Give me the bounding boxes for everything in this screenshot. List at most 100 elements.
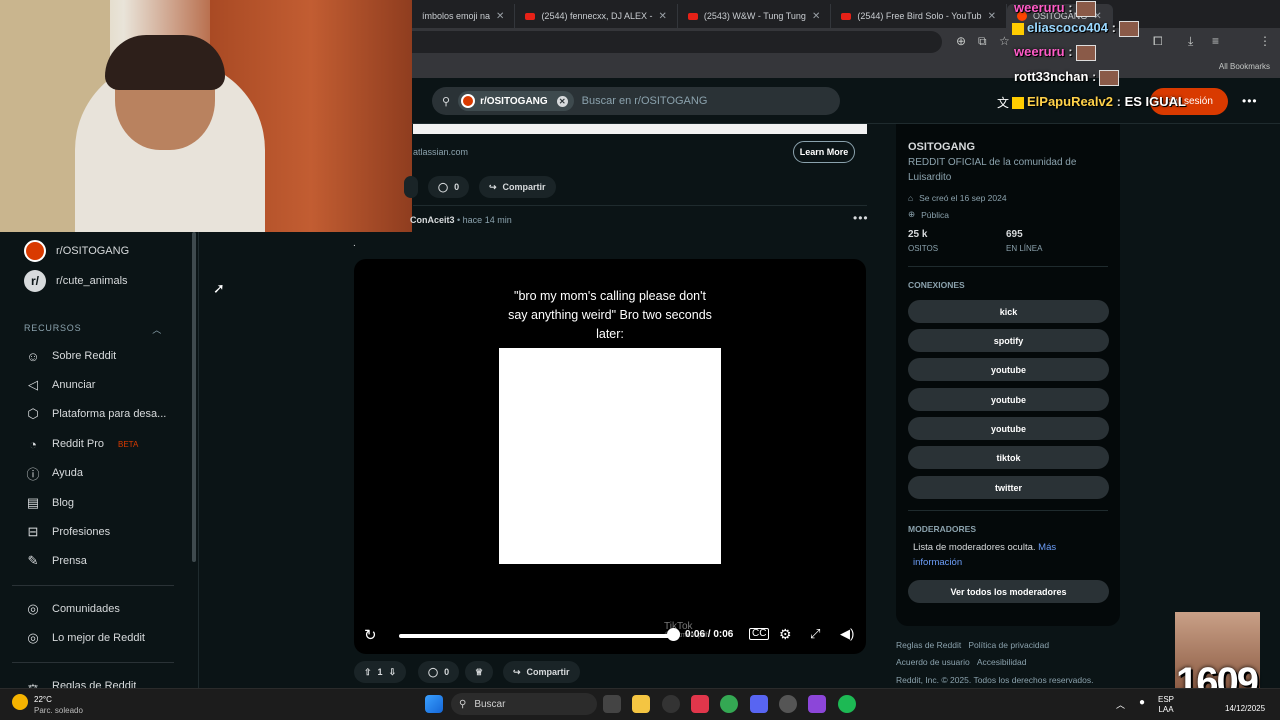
replay-icon[interactable]: ↻ bbox=[364, 626, 377, 644]
spotify-icon[interactable] bbox=[838, 695, 856, 713]
alien-icon: ☺ bbox=[26, 348, 40, 364]
close-tab-icon[interactable]: ✕ bbox=[812, 11, 820, 22]
app-icon[interactable] bbox=[808, 695, 826, 713]
comments-button[interactable]: ◯ 0 bbox=[428, 176, 470, 198]
all-bookmarks[interactable]: All Bookmarks bbox=[1219, 62, 1270, 71]
view-all-moderators-button[interactable]: Ver todos los moderadores bbox=[908, 580, 1109, 603]
browser-tab[interactable]: (2544) Free Bird Solo - YouTub ✕ bbox=[831, 4, 1007, 28]
close-tab-icon[interactable]: ✕ bbox=[988, 11, 996, 22]
downvote-icon[interactable]: ⇩ bbox=[389, 667, 397, 678]
taskbar-search[interactable]: ⚲ Buscar bbox=[451, 693, 597, 715]
install-icon[interactable]: ⧉ bbox=[978, 34, 987, 49]
more-options-icon[interactable]: ••• bbox=[1242, 94, 1258, 108]
upvote-icon[interactable]: ⇧ bbox=[364, 667, 372, 678]
sidebar-item-blog[interactable]: ▤ Blog bbox=[24, 494, 74, 512]
chrome-icon[interactable] bbox=[720, 695, 738, 713]
sidebar-item-careers[interactable]: ⊟ Profesiones bbox=[24, 523, 111, 541]
video-player[interactable]: "bro my mom's calling please don't say a… bbox=[354, 259, 866, 654]
vote-pill[interactable]: ⇧ 1 ⇩ bbox=[354, 661, 407, 683]
learn-more-button[interactable]: Learn More bbox=[793, 141, 855, 163]
media-icon[interactable]: ≡ bbox=[1212, 34, 1219, 48]
sidebar-item-label: Ayuda bbox=[52, 467, 83, 479]
chat-emote bbox=[1075, 0, 1096, 17]
connection-youtube[interactable]: youtube bbox=[908, 358, 1109, 381]
captions-icon[interactable]: CC bbox=[749, 628, 770, 640]
tab-title: (2544) fennecxx, DJ ALEX - bbox=[541, 11, 653, 21]
clear-chip-icon[interactable]: ✕ bbox=[556, 95, 568, 107]
task-view-icon[interactable] bbox=[603, 695, 621, 713]
close-tab-icon[interactable]: ✕ bbox=[659, 11, 667, 22]
sidebar-item-ositogang[interactable]: r/OSITOGANG bbox=[24, 240, 129, 262]
sidebar-item-communities[interactable]: ◎ Comunidades bbox=[24, 600, 120, 618]
browser-tab[interactable]: (2544) fennecxx, DJ ALEX - ✕ bbox=[515, 4, 678, 28]
volume-icon[interactable]: ◀) bbox=[840, 626, 854, 642]
settings-icon[interactable]: ⚙ bbox=[779, 626, 792, 643]
close-tab-icon[interactable]: ✕ bbox=[496, 11, 504, 22]
footer-link[interactable]: Política de privacidad bbox=[968, 640, 1049, 650]
browser-menu-icon[interactable]: ⋮ bbox=[1259, 34, 1271, 48]
weather-icon bbox=[12, 694, 28, 710]
ad-vote-pill[interactable] bbox=[404, 176, 418, 198]
star-icon[interactable]: ☆ bbox=[999, 34, 1010, 48]
copyright: Reddit, Inc. © 2025. Todos los derechos … bbox=[896, 675, 1094, 685]
sidebar-item-help[interactable]: ⓘ Ayuda bbox=[24, 464, 83, 482]
ad-image[interactable] bbox=[413, 124, 867, 134]
browser-tab[interactable]: (2543) W&W - Tung Tung ✕ bbox=[678, 4, 832, 28]
download-icon[interactable]: ⤓ bbox=[1188, 34, 1193, 49]
sidebar-item-rules[interactable]: ⚖ Reglas de Reddit bbox=[24, 680, 136, 688]
app-icon[interactable] bbox=[779, 695, 797, 713]
tray-chevron-icon[interactable]: ︿ bbox=[1116, 698, 1125, 711]
share-label: Compartir bbox=[526, 667, 570, 677]
translate-icon[interactable]: 文 bbox=[997, 94, 1009, 111]
share-button[interactable]: ↪ Compartir bbox=[503, 661, 580, 683]
microphone-icon[interactable]: ● bbox=[1139, 697, 1145, 708]
progress-handle[interactable] bbox=[667, 628, 680, 641]
community-chip[interactable]: r/OSITOGANG ✕ bbox=[458, 91, 574, 111]
weather-widget[interactable]: 22°C Parc. soleado bbox=[12, 694, 83, 716]
connection-label: youtube bbox=[991, 423, 1026, 434]
address-bar[interactable] bbox=[412, 31, 942, 53]
browser-tab[interactable]: ímbolos emoji na ✕ bbox=[412, 4, 516, 28]
zoom-icon[interactable]: ⊕ bbox=[956, 34, 966, 48]
visibility-label: Pública bbox=[921, 209, 950, 220]
award-button[interactable]: ♕ bbox=[465, 661, 493, 683]
sidebar-scrollbar[interactable] bbox=[192, 232, 196, 562]
sidebar-item-cute-animals[interactable]: r/ r/cute_animals bbox=[24, 270, 128, 292]
chat-text: ES IGUAL bbox=[1124, 94, 1186, 109]
connection-youtube[interactable]: youtube bbox=[908, 388, 1109, 411]
post-options-icon[interactable]: ••• bbox=[853, 211, 869, 225]
sidebar-item-advertise[interactable]: ◁ Anunciar bbox=[24, 376, 95, 394]
video-progress-bar[interactable] bbox=[399, 634, 674, 638]
footer-link[interactable]: Reglas de Reddit bbox=[896, 640, 961, 650]
share-icon: ↪ bbox=[513, 666, 521, 677]
ad-domain[interactable]: atlassian.com bbox=[413, 147, 468, 157]
post-author[interactable]: ConAceit3 bbox=[410, 215, 455, 225]
connection-kick[interactable]: kick bbox=[908, 300, 1109, 323]
connection-youtube[interactable]: youtube bbox=[908, 417, 1109, 440]
clock-date[interactable]: 14/12/2025 bbox=[1225, 704, 1265, 714]
online-count: 695 bbox=[1006, 229, 1023, 240]
obs-icon[interactable] bbox=[662, 695, 680, 713]
connection-twitter[interactable]: twitter bbox=[908, 476, 1109, 499]
discord-icon[interactable] bbox=[750, 695, 768, 713]
file-explorer-icon[interactable] bbox=[632, 695, 650, 713]
language-indicator[interactable]: ESP LAA bbox=[1158, 695, 1174, 715]
comments-button[interactable]: ◯ 0 bbox=[418, 661, 460, 683]
sidebar-item-best-of[interactable]: ◎ Lo mejor de Reddit bbox=[24, 629, 145, 647]
fullscreen-icon[interactable]: ⤢ bbox=[810, 626, 820, 642]
share-button[interactable]: ↪ Compartir bbox=[479, 176, 556, 198]
footer-link[interactable]: Accesibilidad bbox=[977, 657, 1027, 667]
comment-icon: ◯ bbox=[438, 181, 449, 192]
search-input[interactable]: ⚲ r/OSITOGANG ✕ Buscar en r/OSITOGANG bbox=[432, 87, 840, 115]
app-icon[interactable] bbox=[691, 695, 709, 713]
sidebar-item-press[interactable]: ✎ Prensa bbox=[24, 552, 87, 570]
connection-spotify[interactable]: spotify bbox=[908, 329, 1109, 352]
connection-tiktok[interactable]: tiktok bbox=[908, 446, 1109, 469]
start-icon[interactable] bbox=[425, 695, 443, 713]
resources-section-header[interactable]: RECURSOS ︿ bbox=[24, 323, 162, 336]
sidebar-item-reddit-pro[interactable]: ◔ Reddit Pro BETA bbox=[24, 435, 138, 453]
footer-link[interactable]: Acuerdo de usuario bbox=[896, 657, 970, 667]
sidebar-item-dev-platform[interactable]: ⬡ Plataforma para desa... bbox=[24, 405, 166, 423]
sidebar-item-about[interactable]: ☺ Sobre Reddit bbox=[24, 347, 116, 365]
extensions-icon[interactable]: ⧠ bbox=[1153, 34, 1163, 49]
